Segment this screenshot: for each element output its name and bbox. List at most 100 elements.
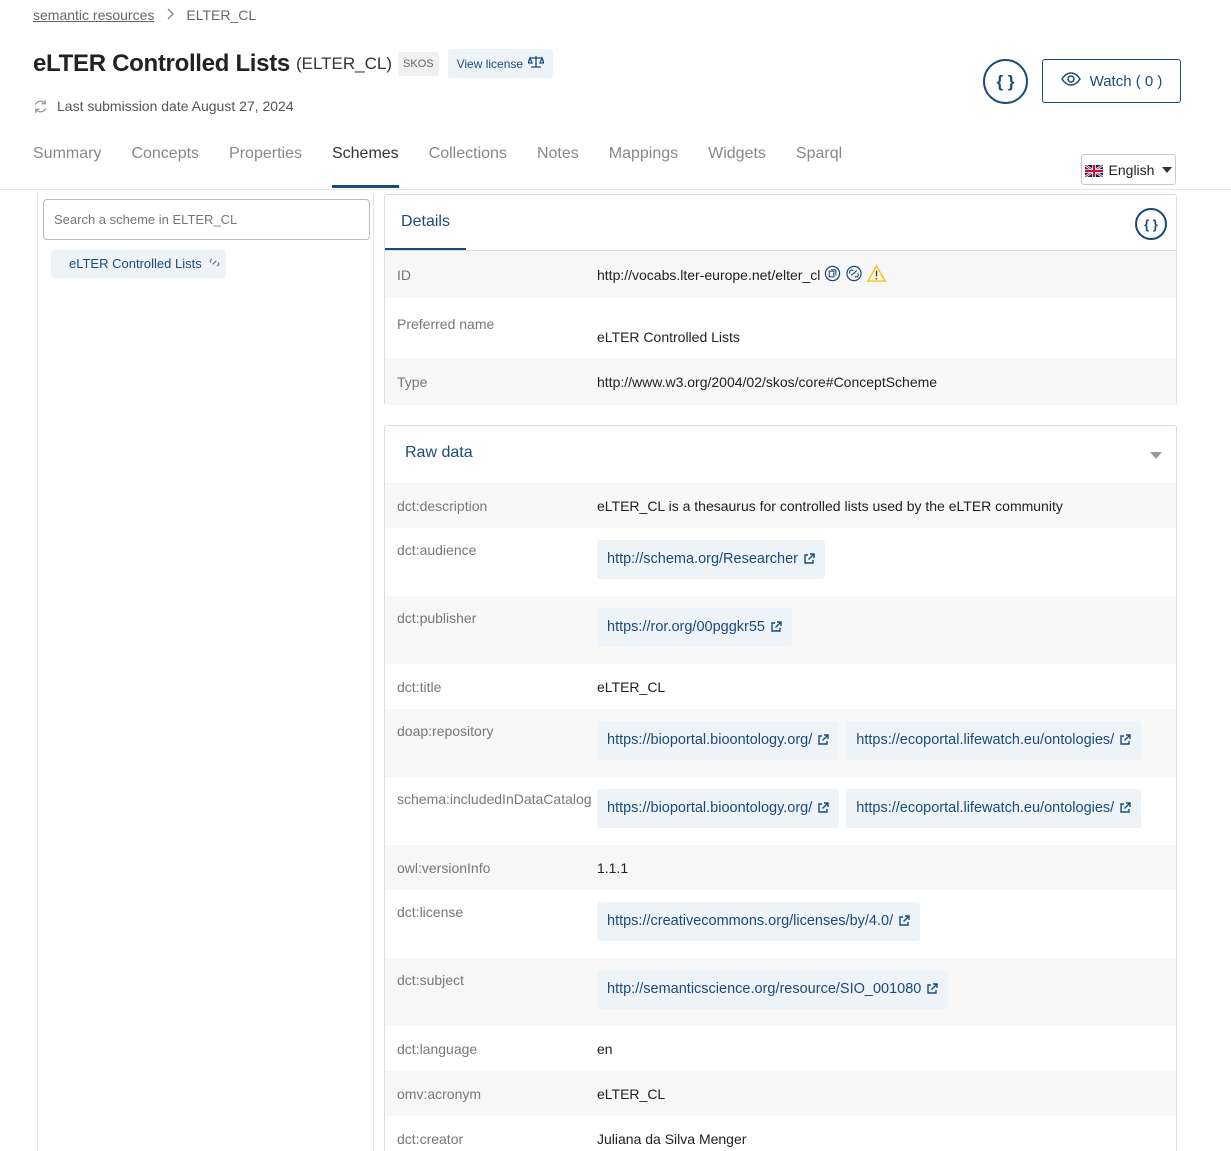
link-text: http://semanticscience.org/resource/SIO_…: [607, 981, 922, 997]
detail-value: eLTER Controlled Lists: [597, 329, 740, 345]
braces-icon: { }: [996, 71, 1015, 91]
raw-row-acronym: omv:acronym eLTER_CL: [385, 1071, 1176, 1116]
external-link-icon: [1119, 734, 1131, 746]
external-link-icon: [770, 621, 782, 633]
external-link-icon: [803, 553, 815, 565]
tab-concepts[interactable]: Concepts: [131, 145, 199, 188]
detail-value: http://vocabs.lter-europe.net/elter_cl: [597, 263, 887, 285]
tab-notes[interactable]: Notes: [537, 145, 579, 188]
raw-key: omv:acronym: [397, 1085, 482, 1102]
raw-row-license: dct:license https://creativecommons.org/…: [385, 890, 1176, 958]
link-chip[interactable]: https://ror.org/00pggkr55: [597, 608, 792, 647]
tab-mappings[interactable]: Mappings: [609, 145, 678, 188]
tabs-divider: [0, 189, 1231, 190]
detail-value: http://www.w3.org/2004/02/skos/core#Conc…: [597, 373, 938, 390]
raw-key: dct:publisher: [397, 610, 477, 626]
detail-row-type: Type http://www.w3.org/2004/02/skos/core…: [385, 358, 1176, 405]
page-title: eLTER Controlled Lists: [33, 49, 290, 77]
raw-value: eLTER_CL is a thesaurus for controlled l…: [597, 497, 1063, 514]
detail-row-preferred-name: Preferred name eLTER Controlled Lists: [385, 298, 1176, 358]
link-text: http://schema.org/Researcher: [607, 551, 799, 567]
tab-details[interactable]: Details: [385, 195, 466, 250]
raw-value: https://ror.org/00pggkr55: [597, 608, 795, 647]
tab-sparql[interactable]: Sparql: [796, 145, 842, 188]
caret-down-icon[interactable]: [1150, 452, 1162, 459]
raw-row-included-in-data-catalog: schema:includedInDataCatalog https://bio…: [385, 777, 1176, 845]
link-chip[interactable]: http://semanticscience.org/resource/SIO_…: [597, 970, 949, 1009]
raw-row-description: dct:description eLTER_CL is a thesaurus …: [385, 483, 1176, 528]
submission-date: Last submission date August 27, 2024: [57, 98, 294, 114]
details-card: Details { } ID http://vocabs.lter-europe…: [384, 194, 1177, 405]
raw-value: https://creativecommons.org/licenses/by/…: [597, 902, 923, 941]
raw-value: Juliana da Silva Menger: [597, 1130, 747, 1147]
tab-properties[interactable]: Properties: [229, 145, 302, 188]
ontology-acronym: (ELTER_CL): [295, 53, 393, 73]
copy-icon[interactable]: [824, 265, 841, 285]
raw-key: dct:language: [397, 1040, 478, 1057]
raw-key: dct:description: [397, 497, 488, 514]
detail-key: Preferred name: [397, 316, 495, 332]
breadcrumb-current: ELTER_CL: [186, 7, 257, 23]
link-chip[interactable]: http://schema.org/Researcher: [597, 540, 826, 579]
sync-icon: [33, 99, 48, 114]
raw-row-version-info: owl:versionInfo 1.1.1: [385, 845, 1176, 890]
link-text: https://ecoportal.lifewatch.eu/ontologie…: [856, 800, 1115, 816]
language-select[interactable]: English: [1081, 154, 1176, 185]
uk-flag-icon: [1083, 163, 1104, 178]
tree-item-scheme[interactable]: eLTER Controlled Lists: [51, 250, 226, 278]
resource-tabs: Summary Concepts Properties Schemes Coll…: [33, 145, 872, 188]
warning-icon: [867, 263, 887, 285]
braces-icon: { }: [1144, 216, 1158, 232]
link-icon[interactable]: [845, 265, 863, 285]
link-chip[interactable]: https://creativecommons.org/licenses/by/…: [597, 902, 921, 941]
details-json-button[interactable]: { }: [1135, 208, 1167, 240]
raw-data-toggle[interactable]: Raw data: [405, 444, 473, 462]
external-link-icon: [898, 915, 910, 927]
raw-value: en: [597, 1040, 613, 1057]
raw-key: doap:repository: [397, 723, 494, 739]
raw-value: eLTER_CL: [597, 1085, 666, 1102]
view-license-label: View license: [456, 56, 524, 71]
tree-item-label: eLTER Controlled Lists: [69, 256, 202, 271]
breadcrumb-link-root[interactable]: semantic resources: [33, 7, 154, 23]
watch-button[interactable]: Watch ( 0 ): [1042, 59, 1181, 103]
link-text: https://creativecommons.org/licenses/by/…: [607, 913, 894, 929]
raw-value: 1.1.1: [597, 859, 629, 876]
language-label: English: [1108, 161, 1155, 178]
link-chip[interactable]: https://bioportal.bioontology.org/: [597, 721, 840, 760]
raw-row-publisher: dct:publisher https://ror.org/00pggkr55: [385, 596, 1176, 664]
external-link-icon: [817, 802, 829, 814]
tab-schemes[interactable]: Schemes: [331, 145, 399, 188]
link-text: https://bioportal.bioontology.org/: [607, 800, 813, 816]
submission-info: Last submission date August 27, 2024: [33, 98, 294, 114]
scale-icon: [527, 55, 546, 72]
link-chip[interactable]: https://ecoportal.lifewatch.eu/ontologie…: [846, 721, 1142, 760]
raw-row-title: dct:title eLTER_CL: [385, 664, 1176, 709]
link-chip[interactable]: https://ecoportal.lifewatch.eu/ontologie…: [846, 789, 1142, 828]
json-view-button[interactable]: { }: [983, 59, 1028, 104]
detail-key: ID: [397, 266, 411, 283]
raw-value: http://schema.org/Researcher: [597, 540, 828, 579]
raw-row-creator: dct:creator Juliana da Silva Menger: [385, 1116, 1176, 1151]
tab-collections[interactable]: Collections: [429, 145, 507, 188]
detail-row-id: ID http://vocabs.lter-europe.net/elter_c…: [385, 251, 1176, 298]
chevron-right-icon: [166, 8, 175, 23]
raw-row-language: dct:language en: [385, 1026, 1176, 1071]
scheme-search-input[interactable]: [43, 199, 370, 240]
id-uri: http://vocabs.lter-europe.net/elter_cl: [597, 266, 821, 283]
format-badge: SKOS: [398, 51, 439, 76]
raw-key: dct:audience: [397, 542, 477, 558]
caret-down-icon: [1162, 166, 1173, 173]
watch-label: Watch ( 0 ): [1089, 72, 1163, 90]
tab-widgets[interactable]: Widgets: [708, 145, 766, 188]
view-license-button[interactable]: View license: [447, 49, 554, 78]
link-chip[interactable]: https://bioportal.bioontology.org/: [597, 789, 840, 828]
tab-summary[interactable]: Summary: [33, 145, 101, 188]
unlink-icon: [208, 256, 221, 271]
external-link-icon: [1119, 802, 1131, 814]
raw-row-repository: doap:repository https://bioportal.bioont…: [385, 709, 1176, 777]
raw-key: schema:includedInDataCatalog: [397, 791, 592, 807]
raw-data-card: Raw data dct:description eLTER_CL is a t…: [384, 425, 1177, 1151]
link-text: https://ror.org/00pggkr55: [607, 619, 765, 635]
detail-key: Type: [397, 373, 428, 390]
